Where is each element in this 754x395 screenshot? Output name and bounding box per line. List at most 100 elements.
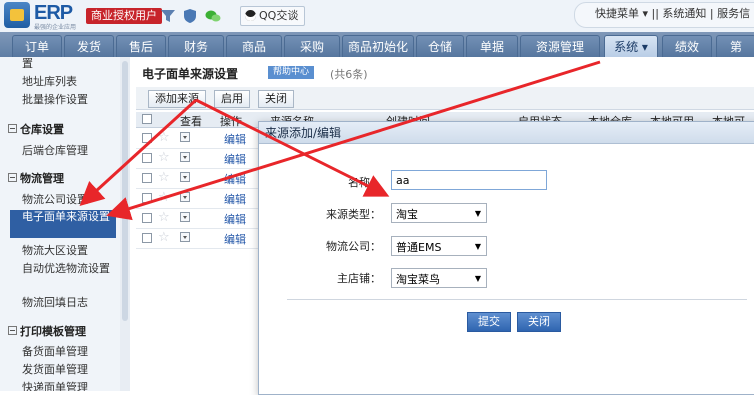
scrollbar-thumb[interactable] — [122, 61, 128, 321]
form-divider — [287, 299, 747, 300]
source-type-select[interactable]: 淘宝 ▼ — [391, 203, 487, 223]
table-row: ☆ 编辑 — [136, 169, 266, 189]
dropdown-arrow-icon: ▼ — [474, 209, 481, 218]
table-row: ☆ 编辑 — [136, 189, 266, 209]
col-action: 操作 — [220, 115, 242, 128]
star-icon[interactable]: ☆ — [158, 210, 170, 225]
dropdown-arrow-icon: ▼ — [474, 274, 481, 283]
nav-performance[interactable]: 绩效 — [662, 35, 712, 57]
main-nav: 订单 发货 售后 财务 商品 采购 商品初始化 仓储 单据 资源管理 系统 ▾ … — [0, 32, 754, 57]
row-dropdown[interactable] — [180, 192, 190, 202]
add-source-button[interactable]: 添加来源 — [148, 90, 206, 108]
main-shop-select[interactable]: 淘宝菜鸟 ▼ — [391, 268, 487, 288]
table-row: ☆ 编辑 — [136, 149, 266, 169]
top-bar: ERP 最强的企业应用 商业授权用户 QQ交谈 快捷菜单 ▾ || 系统通知 |… — [0, 0, 754, 32]
sidebar-item-cut[interactable]: 置 — [22, 57, 118, 70]
close-button[interactable]: 关闭 — [258, 90, 294, 108]
row-checkbox[interactable] — [142, 173, 152, 183]
edit-link[interactable]: 编辑 — [224, 231, 246, 247]
main-shop-label: 主店铺： — [337, 272, 381, 285]
nav-system[interactable]: 系统 ▾ — [604, 35, 658, 57]
nav-finance[interactable]: 财务 — [168, 35, 224, 57]
sidebar-item-stock-sheet[interactable]: 备货面单管理 — [22, 345, 118, 358]
star-icon[interactable]: ☆ — [158, 150, 170, 165]
edit-link[interactable]: 编辑 — [224, 131, 246, 147]
logo-subtitle: 最强的企业应用 — [34, 24, 77, 31]
table-row: ☆ 编辑 — [136, 229, 266, 249]
edit-link[interactable]: 编辑 — [224, 171, 246, 187]
name-input[interactable]: aa — [391, 170, 547, 190]
star-icon[interactable]: ☆ — [158, 170, 170, 185]
name-label: 名称： — [348, 176, 381, 189]
logistics-company-select[interactable]: 普通EMS ▼ — [391, 236, 487, 256]
collapse-icon — [8, 326, 17, 335]
row-dropdown[interactable] — [180, 232, 190, 242]
license-badge: 商业授权用户 — [86, 8, 162, 24]
sidebar-item-logistics-log[interactable]: 物流回填日志 — [22, 296, 118, 309]
erp-logo: ERP 最强的企业应用 — [4, 2, 84, 31]
star-icon[interactable]: ☆ — [158, 130, 170, 145]
nav-resources[interactable]: 资源管理 — [520, 35, 600, 57]
nav-shipping[interactable]: 发货 — [64, 35, 114, 57]
nav-storage[interactable]: 仓储 — [416, 35, 464, 57]
nav-goods[interactable]: 商品 — [226, 35, 282, 57]
sidebar-group-warehouse[interactable]: 仓库设置 — [8, 121, 64, 137]
row-checkbox[interactable] — [142, 213, 152, 223]
star-icon[interactable]: ☆ — [158, 230, 170, 245]
main-shop-value: 淘宝菜鸟 — [396, 273, 440, 286]
dialog-title: 来源添加/编辑 — [259, 122, 754, 144]
logistics-company-label: 物流公司： — [326, 240, 381, 253]
qq-chat-button[interactable]: QQ交谈 — [240, 6, 306, 26]
row-dropdown[interactable] — [180, 132, 190, 142]
nav-more[interactable]: 第 — [716, 35, 754, 57]
row-dropdown[interactable] — [180, 172, 190, 182]
toolbar: 添加来源 启用 关闭 — [136, 87, 754, 110]
logistics-company-value: 普通EMS — [396, 241, 442, 254]
nav-orders[interactable]: 订单 — [12, 35, 62, 57]
enable-button[interactable]: 启用 — [214, 90, 250, 108]
sidebar-item-logistics-company[interactable]: 物流公司设置 — [22, 193, 118, 206]
sidebar-group-print[interactable]: 打印模板管理 — [8, 323, 86, 339]
source-type-value: 淘宝 — [396, 208, 418, 221]
sidebar-item-logistics-region[interactable]: 物流大区设置 — [22, 244, 118, 257]
collapse-icon — [8, 124, 17, 133]
quick-menu-bar[interactable]: 快捷菜单 ▾ || 系统通知 | 服务信 — [574, 2, 754, 28]
col-view: 查看 — [180, 115, 202, 128]
row-checkbox[interactable] — [142, 153, 152, 163]
sidebar-item-express-sheet[interactable]: 快递面单管理 — [22, 381, 118, 391]
nav-goods-init[interactable]: 商品初始化 — [342, 35, 414, 57]
star-icon[interactable]: ☆ — [158, 190, 170, 205]
sidebar-item-ship-sheet[interactable]: 发货面单管理 — [22, 363, 118, 376]
row-dropdown[interactable] — [180, 152, 190, 162]
nav-aftersale[interactable]: 售后 — [116, 35, 166, 57]
logo-cube-icon — [4, 2, 30, 28]
row-checkbox[interactable] — [142, 133, 152, 143]
submit-button[interactable]: 提交 — [467, 312, 511, 332]
help-center-link[interactable]: 帮助中心 — [268, 66, 315, 79]
filter-icon[interactable] — [160, 8, 176, 24]
dialog-close-button[interactable]: 关闭 — [517, 312, 561, 332]
wechat-icon[interactable] — [205, 8, 221, 24]
row-checkbox[interactable] — [142, 193, 152, 203]
nav-documents[interactable]: 单据 — [466, 35, 518, 57]
sidebar-scrollbar[interactable] — [120, 57, 130, 391]
record-count: (共6条) — [330, 68, 368, 81]
row-checkbox[interactable] — [142, 233, 152, 243]
edit-link[interactable]: 编辑 — [224, 151, 246, 167]
table-row: ☆ 编辑 — [136, 209, 266, 229]
left-sidebar: 置 地址库列表 批量操作设置 仓库设置 后端仓库管理 物流管理 物流公司设置 电… — [0, 57, 121, 391]
sidebar-item-batch-settings[interactable]: 批量操作设置 — [22, 93, 118, 106]
sidebar-item-address-list[interactable]: 地址库列表 — [22, 75, 118, 88]
shield-icon[interactable] — [182, 8, 198, 24]
select-all-checkbox[interactable] — [142, 114, 152, 124]
page-title: 电子面单来源设置 — [142, 67, 239, 81]
sidebar-item-auto-logistics[interactable]: 自动优选物流设置 — [22, 262, 118, 290]
sidebar-group-logistics[interactable]: 物流管理 — [8, 170, 64, 186]
nav-purchase[interactable]: 采购 — [284, 35, 340, 57]
sidebar-item-backend-warehouse[interactable]: 后端仓库管理 — [22, 144, 118, 157]
edit-link[interactable]: 编辑 — [224, 191, 246, 207]
sidebar-item-eorder-source[interactable]: 电子面单来源设置 — [10, 210, 116, 238]
row-dropdown[interactable] — [180, 212, 190, 222]
edit-link[interactable]: 编辑 — [224, 211, 246, 227]
source-edit-dialog: 来源添加/编辑 名称： aa 来源类型： 淘宝 ▼ 物流公司： 普通EMS ▼ … — [258, 121, 754, 395]
